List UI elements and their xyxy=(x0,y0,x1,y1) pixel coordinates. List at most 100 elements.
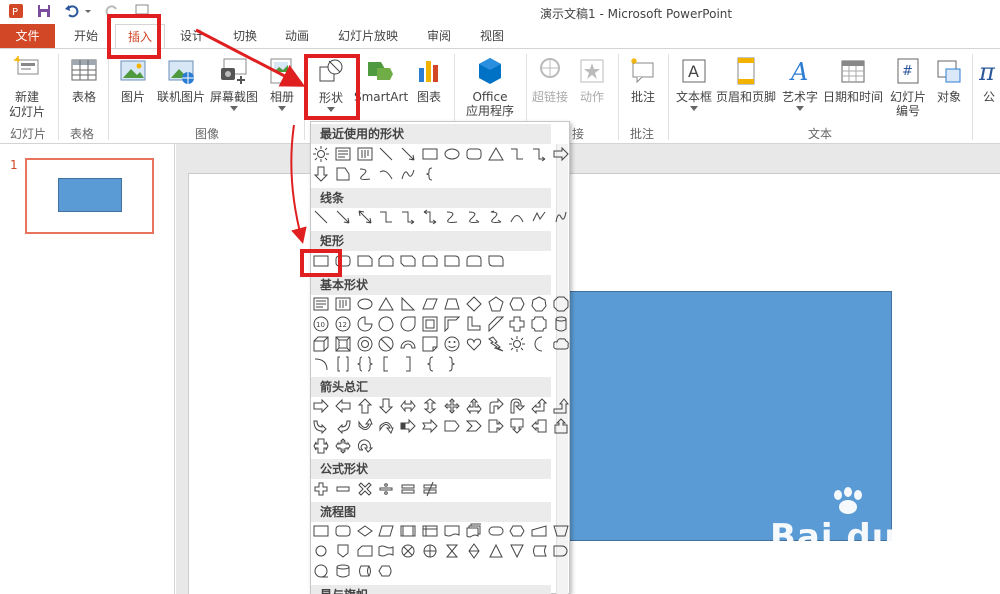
right-brace-shape-icon[interactable] xyxy=(444,356,460,372)
round-corner-rectangle-shape-icon[interactable] xyxy=(444,253,460,269)
heart-shape-icon[interactable] xyxy=(466,336,482,352)
online-picture-button[interactable]: 联机图片 xyxy=(156,56,206,104)
flowchart-data-shape-icon[interactable] xyxy=(378,523,395,539)
flowchart-multidocument-shape-icon[interactable] xyxy=(466,523,482,539)
action-button[interactable]: 动作 xyxy=(574,56,610,104)
diagonal-stripe-shape-icon[interactable] xyxy=(488,316,504,332)
bent-arrow-shape-icon[interactable] xyxy=(488,398,504,414)
smiley-face-shape-icon[interactable] xyxy=(444,336,460,352)
undo-dropdown-icon[interactable] xyxy=(84,3,92,19)
left-right-arrow-shape-icon[interactable] xyxy=(400,398,416,414)
flowchart-predefined-process-shape-icon[interactable] xyxy=(400,523,416,539)
curved-down-arrow-shape-icon[interactable] xyxy=(378,418,395,434)
tab-home[interactable]: 开始 xyxy=(74,24,98,48)
l-shape-icon[interactable] xyxy=(466,316,482,332)
curve-shape-icon[interactable] xyxy=(509,209,525,225)
album-button[interactable]: 相册 xyxy=(265,56,299,111)
block-arc-shape-icon[interactable] xyxy=(400,336,416,352)
curved-connector-shape-icon[interactable] xyxy=(444,209,460,225)
bent-up-arrow-shape-icon[interactable] xyxy=(553,398,570,414)
date-time-button[interactable]: 日期和时间 xyxy=(822,56,884,104)
textbox-shape-icon[interactable] xyxy=(313,296,329,312)
division-shape-icon[interactable] xyxy=(378,481,394,497)
wordart-button[interactable]: A 艺术字 xyxy=(780,56,820,111)
up-arrow-shape-icon[interactable] xyxy=(357,398,373,414)
trapezoid-shape-icon[interactable] xyxy=(444,296,460,312)
flowchart-punched-tape-shape-icon[interactable] xyxy=(378,543,394,559)
up-arrow-callout-shape-icon[interactable] xyxy=(553,418,569,434)
flowchart-or-shape-icon[interactable] xyxy=(422,543,438,559)
pentagon-arrow-shape-icon[interactable] xyxy=(444,418,460,434)
flowchart-manual-operation-shape-icon[interactable] xyxy=(553,523,569,539)
tab-transitions[interactable]: 切换 xyxy=(233,24,257,48)
equation-button[interactable]: π 公 xyxy=(978,56,1000,104)
diamond-shape-icon[interactable] xyxy=(466,296,482,312)
snip-same-side-rectangle-shape-icon[interactable] xyxy=(378,253,394,269)
folded-corner-shape-icon[interactable] xyxy=(422,336,438,352)
flowchart-merge-shape-icon[interactable] xyxy=(509,543,525,559)
flowchart-terminator-shape-icon[interactable] xyxy=(488,523,504,539)
double-bracket-shape-icon[interactable] xyxy=(335,356,351,372)
flowchart-collate-shape-icon[interactable] xyxy=(444,543,460,559)
quad-arrow-shape-icon[interactable] xyxy=(444,398,460,414)
moon-shape-icon[interactable] xyxy=(531,336,547,352)
right-triangle-shape-icon[interactable] xyxy=(400,296,416,312)
no-symbol-shape-icon[interactable] xyxy=(378,336,394,352)
curved-up-arrow-shape-icon[interactable] xyxy=(357,418,373,434)
cross-shape-icon[interactable] xyxy=(509,316,525,332)
round-diagonal-rectangle-shape-icon[interactable] xyxy=(488,253,504,269)
tab-view[interactable]: 视图 xyxy=(480,24,504,48)
flowchart-sequential-storage-shape-icon[interactable] xyxy=(313,563,329,579)
vertical-textbox-shape-icon[interactable] xyxy=(335,296,351,312)
flowchart-card-shape-icon[interactable] xyxy=(357,543,373,559)
freeform-shape-icon[interactable] xyxy=(531,209,547,225)
flowchart-alternate-process-shape-icon[interactable] xyxy=(335,523,351,539)
smartart-button[interactable]: SmartArt xyxy=(354,56,408,104)
s-curve-shape-icon[interactable] xyxy=(400,166,416,182)
undo-icon[interactable] xyxy=(64,3,80,19)
down-arrow-shape-icon[interactable] xyxy=(378,398,394,414)
octagon-shape-icon[interactable] xyxy=(553,296,569,312)
double-brace-shape-icon[interactable] xyxy=(356,356,373,372)
frame-shape-icon[interactable] xyxy=(422,316,438,332)
snip-corner-rectangle-shape-icon[interactable] xyxy=(357,253,373,269)
can-shape-icon[interactable] xyxy=(553,316,569,332)
heptagon-shape-icon[interactable] xyxy=(531,296,547,312)
right-bracket-shape-icon[interactable] xyxy=(400,356,416,372)
curved-left-arrow-shape-icon[interactable] xyxy=(335,418,351,434)
curved-right-arrow-shape-icon[interactable] xyxy=(313,418,329,434)
oval-shape-icon[interactable] xyxy=(444,146,460,162)
elbow-arrow-shape-icon[interactable] xyxy=(400,209,416,225)
left-arrow-shape-icon[interactable] xyxy=(335,398,351,414)
elbow-arrow-shape-icon[interactable] xyxy=(531,146,547,162)
plus-shape-icon[interactable] xyxy=(313,481,329,497)
u-turn-arrow-shape-icon[interactable] xyxy=(509,398,526,414)
up-down-arrow-shape-icon[interactable] xyxy=(422,398,438,414)
sun-shape-icon[interactable] xyxy=(509,336,526,352)
cube-shape-icon[interactable] xyxy=(313,336,329,352)
flowchart-decision-shape-icon[interactable] xyxy=(356,523,373,539)
vertical-textbox-shape-icon[interactable] xyxy=(357,146,373,162)
line-shape-icon[interactable] xyxy=(378,146,394,162)
flowchart-direct-access-storage-shape-icon[interactable] xyxy=(357,563,373,579)
left-up-arrow-shape-icon[interactable] xyxy=(531,398,548,414)
arc-shape-icon[interactable] xyxy=(313,356,329,372)
slide-number-button[interactable]: # 幻灯片 编号 xyxy=(886,56,930,118)
flowchart-summing-junction-shape-icon[interactable] xyxy=(400,543,416,559)
textbox-shape-icon[interactable] xyxy=(335,146,351,162)
left-brace-shape-icon[interactable] xyxy=(422,356,438,372)
dodecagon-shape-icon[interactable]: 12 xyxy=(335,316,351,332)
curved-double-arrow-shape-icon[interactable] xyxy=(488,209,504,225)
new-slide-button[interactable]: 新建 幻灯片 xyxy=(4,56,50,120)
round-same-side-rectangle-shape-icon[interactable] xyxy=(466,253,482,269)
office-apps-button[interactable]: Office 应用程序 xyxy=(460,56,520,118)
multiply-shape-icon[interactable] xyxy=(357,481,373,497)
flowchart-delay-shape-icon[interactable] xyxy=(553,543,569,559)
scribble-shape-icon[interactable] xyxy=(553,209,569,225)
flowchart-manual-input-shape-icon[interactable] xyxy=(531,523,547,539)
pentagon-shape-icon[interactable] xyxy=(335,166,351,182)
cloud-shape-icon[interactable] xyxy=(553,336,569,352)
parallelogram-shape-icon[interactable] xyxy=(422,296,438,312)
quad-arrow-callout-shape-icon[interactable] xyxy=(335,438,351,454)
right-arrow-shape-icon[interactable] xyxy=(313,398,329,414)
